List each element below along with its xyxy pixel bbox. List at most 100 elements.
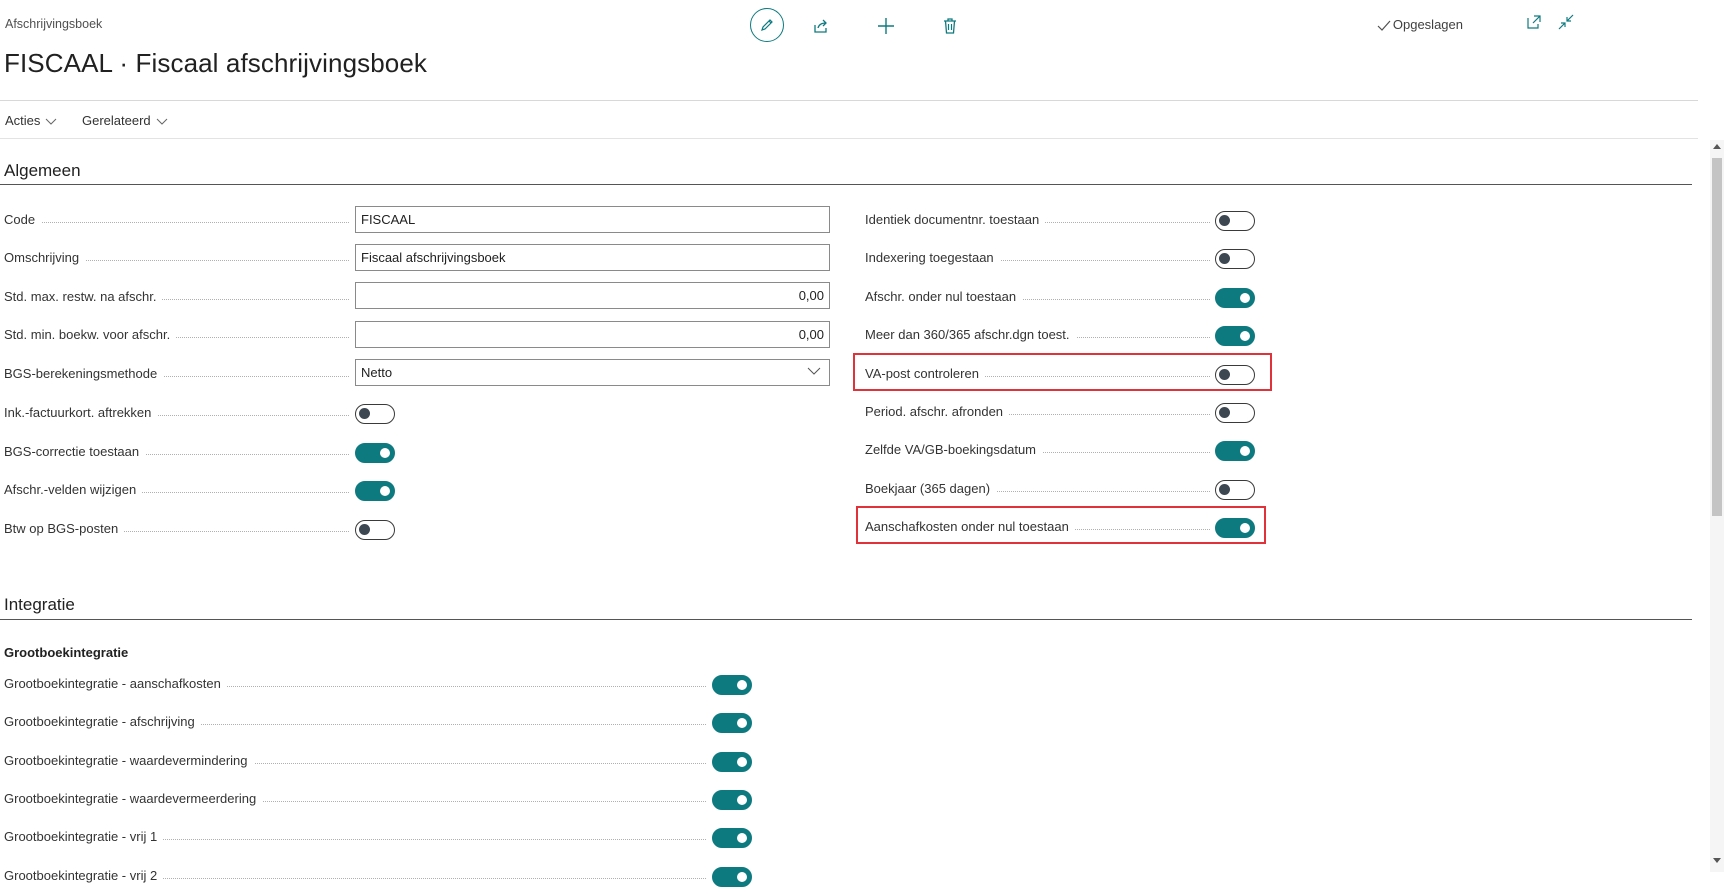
toggle-switch[interactable] bbox=[1215, 403, 1255, 423]
toggle-row: Period. afschr. afronden bbox=[865, 399, 1210, 426]
toggle-row: Meer dan 360/365 afschr.dgn toest. bbox=[865, 322, 1210, 349]
toggle-label: Identiek documentnr. toestaan bbox=[865, 212, 1046, 227]
toggle-row: Afschr. onder nul toestaan bbox=[865, 284, 1210, 311]
toggle-switch[interactable] bbox=[712, 828, 752, 849]
edit-icon bbox=[761, 19, 773, 31]
field-row-min-book-value: Std. min. boekw. voor afschr. bbox=[4, 322, 349, 349]
save-status: Opgeslagen bbox=[1377, 17, 1463, 32]
max-residual-input[interactable]: 0,00 bbox=[355, 282, 830, 309]
toggle-label: Grootboekintegratie - afschrijving bbox=[4, 714, 201, 730]
toggle-row: Grootboekintegratie - waardevermeerderin… bbox=[4, 786, 706, 813]
toggle-row: Btw op BGS-posten bbox=[4, 516, 349, 543]
collapse-button[interactable] bbox=[1558, 14, 1574, 35]
header-divider bbox=[0, 100, 1698, 101]
toggle-label: Afschr.-velden wijzigen bbox=[4, 482, 143, 497]
toggle-label: Grootboekintegratie - vrij 2 bbox=[4, 867, 164, 883]
save-status-label: Opgeslagen bbox=[1392, 17, 1463, 32]
toggle-switch[interactable] bbox=[1215, 249, 1255, 270]
toggle-row: Grootboekintegratie - afschrijving bbox=[4, 709, 706, 736]
calc-method-select[interactable]: Netto bbox=[355, 359, 830, 386]
toggle-row: Grootboekintegratie - aanschafkosten bbox=[4, 671, 706, 698]
toggle-label: Zelfde VA/GB-boekingsdatum bbox=[865, 442, 1043, 458]
toggle-switch[interactable] bbox=[355, 481, 395, 501]
toggle-row: Grootboekintegratie - vrij 2 bbox=[4, 863, 706, 890]
toggle-label: Indexering toegestaan bbox=[865, 250, 1000, 266]
scrollbar-thumb[interactable] bbox=[1712, 158, 1722, 516]
toggle-label: Btw op BGS-posten bbox=[4, 520, 125, 536]
section-title-integration[interactable]: Integratie bbox=[4, 595, 75, 615]
field-row-calc-method: BGS-berekeningsmethode bbox=[4, 361, 349, 388]
description-label: Omschrijving bbox=[4, 250, 86, 265]
toggle-label: Meer dan 360/365 afschr.dgn toest. bbox=[865, 327, 1076, 343]
menu-actions[interactable]: Acties bbox=[5, 113, 57, 128]
page-title: FISCAAL · Fiscaal afschrijvingsboek bbox=[4, 48, 428, 78]
code-input[interactable]: FISCAAL bbox=[355, 206, 830, 233]
toggle-switch[interactable] bbox=[712, 751, 752, 772]
scroll-down-icon[interactable] bbox=[1713, 858, 1721, 864]
toggle-switch[interactable] bbox=[1215, 211, 1255, 231]
min-book-value-input[interactable]: 0,00 bbox=[355, 321, 830, 348]
breadcrumb: Afschrijvingsboek bbox=[5, 17, 103, 31]
toggle-switch[interactable] bbox=[712, 866, 752, 887]
field-row-description: Omschrijving bbox=[4, 245, 349, 272]
code-label: Code bbox=[4, 212, 42, 227]
menu-divider bbox=[0, 138, 1698, 139]
new-button[interactable] bbox=[876, 16, 896, 36]
toggle-switch[interactable] bbox=[712, 675, 752, 695]
menu-actions-label: Acties bbox=[5, 113, 41, 128]
field-row-max-residual: Std. max. restw. na afschr. bbox=[4, 284, 349, 311]
menu-related[interactable]: Gerelateerd bbox=[82, 113, 168, 128]
toggle-switch[interactable] bbox=[712, 789, 752, 810]
chevron-down-icon bbox=[156, 118, 168, 125]
toggle-label: Boekjaar (365 dagen) bbox=[865, 480, 997, 496]
menu-related-label: Gerelateerd bbox=[82, 113, 151, 128]
section-rule bbox=[0, 619, 1692, 620]
toggle-label: Aanschafkosten onder nul toestaan bbox=[865, 519, 1075, 535]
section-title-general[interactable]: Algemeen bbox=[4, 161, 81, 181]
toggle-row: Boekjaar (365 dagen) bbox=[865, 476, 1210, 503]
toggle-row: Indexering toegestaan bbox=[865, 245, 1210, 272]
share-button[interactable] bbox=[811, 16, 831, 36]
toggle-label: Grootboekintegratie - aanschafkosten bbox=[4, 676, 227, 691]
description-input[interactable]: Fiscaal afschrijvingsboek bbox=[355, 244, 830, 271]
toggle-row: Zelfde VA/GB-boekingsdatum bbox=[865, 437, 1210, 464]
toggle-row: Grootboekintegratie - vrij 1 bbox=[4, 824, 706, 851]
toggle-switch[interactable] bbox=[1215, 441, 1255, 462]
toggle-label: Afschr. onder nul toestaan bbox=[865, 288, 1023, 304]
toggle-label: Ink.-factuurkort. aftrekken bbox=[4, 405, 158, 420]
toggle-label: VA-post controleren bbox=[865, 365, 985, 381]
toggle-switch[interactable] bbox=[355, 442, 395, 463]
delete-button[interactable] bbox=[940, 16, 960, 36]
chevron-down-icon bbox=[46, 118, 57, 125]
calc-method-value: Netto bbox=[361, 365, 393, 380]
toggle-switch[interactable] bbox=[712, 713, 752, 734]
plus-icon bbox=[878, 18, 894, 34]
share-icon bbox=[814, 19, 827, 33]
trash-icon bbox=[944, 18, 956, 34]
scrollbar[interactable] bbox=[1710, 140, 1724, 872]
toggle-switch[interactable] bbox=[355, 519, 395, 540]
toggle-label: BGS-correctie toestaan bbox=[4, 443, 146, 459]
toggle-label: Grootboekintegratie - vrij 1 bbox=[4, 829, 164, 845]
toggle-label: Period. afschr. afronden bbox=[865, 404, 1010, 419]
toggle-label: Grootboekintegratie - waardevermindering bbox=[4, 752, 254, 768]
collapse-icon bbox=[1558, 14, 1574, 30]
toggle-row: Grootboekintegratie - waardevermindering bbox=[4, 748, 706, 775]
toggle-label: Grootboekintegratie - waardevermeerderin… bbox=[4, 790, 263, 806]
open-new-window-button[interactable] bbox=[1526, 14, 1542, 35]
subheading-gl-integration: Grootboekintegratie bbox=[4, 645, 129, 660]
scroll-up-icon[interactable] bbox=[1713, 143, 1721, 149]
field-row-code: Code bbox=[4, 207, 349, 234]
calc-method-label: BGS-berekeningsmethode bbox=[4, 366, 164, 381]
max-residual-label: Std. max. restw. na afschr. bbox=[4, 289, 163, 304]
toggle-switch[interactable] bbox=[1215, 326, 1255, 347]
edit-button[interactable] bbox=[750, 8, 784, 42]
min-book-value-label: Std. min. boekw. voor afschr. bbox=[4, 327, 177, 342]
checkmark-icon bbox=[1377, 20, 1391, 31]
leader-dots bbox=[4, 222, 349, 223]
toggle-switch[interactable] bbox=[1215, 287, 1255, 308]
toggle-switch[interactable] bbox=[1215, 479, 1255, 500]
toggle-row: BGS-correctie toestaan bbox=[4, 439, 349, 466]
toggle-switch[interactable] bbox=[355, 404, 395, 424]
toggle-row: Ink.-factuurkort. aftrekken bbox=[4, 400, 349, 427]
